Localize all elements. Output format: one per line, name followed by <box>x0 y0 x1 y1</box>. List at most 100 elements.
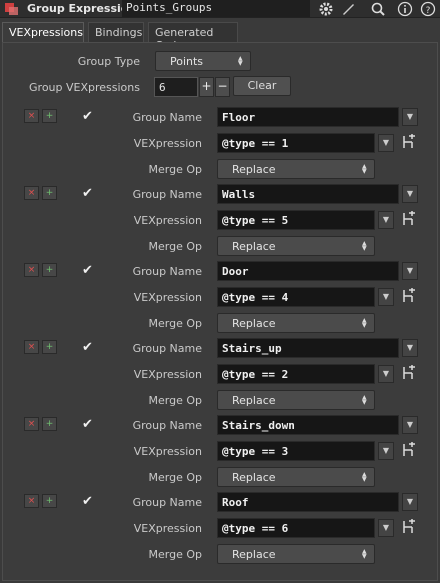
updown-arrow-icon: ▲ ▼ <box>362 163 367 175</box>
group-name-field[interactable]: Door <box>217 261 399 281</box>
enable-group-checkbox[interactable]: ✔ <box>82 110 96 124</box>
tab-bindings[interactable]: Bindings <box>88 22 144 42</box>
group-name-label: Group Name <box>132 419 202 432</box>
expression-tree-icon[interactable] <box>400 365 418 383</box>
updown-arrow-icon: ▲ ▼ <box>362 317 367 329</box>
merge-op-label: Merge Op <box>148 163 202 176</box>
updown-arrow-icon: ▲ ▼ <box>362 394 367 406</box>
vexpression-menu-button[interactable]: ▼ <box>378 519 394 537</box>
updown-arrow-icon: ▲ ▼ <box>238 55 243 67</box>
updown-arrow-icon: ▲ ▼ <box>362 240 367 252</box>
tab-bar: VEXpressions Bindings Generated Code <box>0 22 440 52</box>
enable-group-checkbox[interactable]: ✔ <box>82 495 96 509</box>
merge-op-dropdown[interactable]: Replace ▲ ▼ <box>217 159 375 179</box>
group-name-field[interactable]: Floor <box>217 107 399 127</box>
group-name-menu-button[interactable]: ▼ <box>402 416 418 434</box>
insert-entry-button[interactable]: + <box>42 263 57 277</box>
vexpression-label: VEXpression <box>133 214 202 227</box>
expression-tree-icon[interactable] <box>400 288 418 306</box>
enable-group-checkbox[interactable]: ✔ <box>82 341 96 355</box>
search-icon[interactable] <box>370 1 386 17</box>
node-header: Group Expression Points_Groups ? <box>0 0 440 18</box>
group-name-menu-button[interactable]: ▼ <box>402 262 418 280</box>
vexpression-field[interactable]: @type == 4 <box>217 287 375 307</box>
group-name-label: Group Name <box>132 496 202 509</box>
vexpression-label: VEXpression <box>133 522 202 535</box>
group-name-field[interactable]: Stairs_down <box>217 415 399 435</box>
remove-group-button[interactable]: − <box>215 77 230 97</box>
expression-tree-icon[interactable] <box>400 442 418 460</box>
info-icon[interactable] <box>397 1 413 17</box>
merge-op-label: Merge Op <box>148 548 202 561</box>
remove-entry-button[interactable]: × <box>24 494 39 508</box>
expression-tree-icon[interactable] <box>400 519 418 537</box>
brush-icon[interactable] <box>340 1 356 17</box>
vexpression-menu-button[interactable]: ▼ <box>378 211 394 229</box>
merge-op-value: Replace <box>232 240 276 253</box>
merge-op-value: Replace <box>232 163 276 176</box>
node-name-field[interactable]: Points_Groups <box>122 0 310 17</box>
updown-arrow-icon: ▲ ▼ <box>362 471 367 483</box>
group-type-dropdown[interactable]: Points ▲ ▼ <box>155 51 251 71</box>
merge-op-label: Merge Op <box>148 240 202 253</box>
vexpression-field[interactable]: @type == 6 <box>217 518 375 538</box>
vexpression-menu-button[interactable]: ▼ <box>378 365 394 383</box>
vexpression-field[interactable]: @type == 2 <box>217 364 375 384</box>
group-type-value: Points <box>170 55 204 68</box>
group-name-menu-button[interactable]: ▼ <box>402 185 418 203</box>
vexpression-menu-button[interactable]: ▼ <box>378 288 394 306</box>
group-vexpressions-label: Group VEXpressions <box>29 81 140 94</box>
group-name-label: Group Name <box>132 265 202 278</box>
group-count-field[interactable]: 6 <box>154 77 198 97</box>
tab-generated-code[interactable]: Generated Code <box>148 22 238 52</box>
merge-op-dropdown[interactable]: Replace ▲ ▼ <box>217 390 375 410</box>
merge-op-dropdown[interactable]: Replace ▲ ▼ <box>217 313 375 333</box>
insert-entry-button[interactable]: + <box>42 340 57 354</box>
vexpression-label: VEXpression <box>133 291 202 304</box>
merge-op-dropdown[interactable]: Replace ▲ ▼ <box>217 467 375 487</box>
enable-group-checkbox[interactable]: ✔ <box>82 418 96 432</box>
group-name-menu-button[interactable]: ▼ <box>402 493 418 511</box>
merge-op-value: Replace <box>232 394 276 407</box>
insert-entry-button[interactable]: + <box>42 186 57 200</box>
tab-vexpressions[interactable]: VEXpressions <box>2 22 84 42</box>
vexpression-field[interactable]: @type == 5 <box>217 210 375 230</box>
group-name-label: Group Name <box>132 342 202 355</box>
vexpression-field[interactable]: @type == 3 <box>217 441 375 461</box>
remove-entry-button[interactable]: × <box>24 186 39 200</box>
group-name-field[interactable]: Walls <box>217 184 399 204</box>
remove-entry-button[interactable]: × <box>24 263 39 277</box>
group-name-field[interactable]: Stairs_up <box>217 338 399 358</box>
expression-tree-icon[interactable] <box>400 211 418 229</box>
help-icon[interactable]: ? <box>420 1 436 17</box>
insert-entry-button[interactable]: + <box>42 417 57 431</box>
merge-op-label: Merge Op <box>148 317 202 330</box>
updown-arrow-icon: ▲ ▼ <box>362 548 367 560</box>
group-name-menu-button[interactable]: ▼ <box>402 108 418 126</box>
vexpression-menu-button[interactable]: ▼ <box>378 442 394 460</box>
merge-op-value: Replace <box>232 471 276 484</box>
insert-entry-button[interactable]: + <box>42 494 57 508</box>
group-name-menu-button[interactable]: ▼ <box>402 339 418 357</box>
expression-tree-icon[interactable] <box>400 134 418 152</box>
group-type-label: Group Type <box>77 55 140 68</box>
merge-op-dropdown[interactable]: Replace ▲ ▼ <box>217 544 375 564</box>
merge-op-dropdown[interactable]: Replace ▲ ▼ <box>217 236 375 256</box>
merge-op-value: Replace <box>232 548 276 561</box>
vexpression-field[interactable]: @type == 1 <box>217 133 375 153</box>
clear-button[interactable]: Clear <box>233 76 291 96</box>
gear-icon[interactable] <box>318 1 334 17</box>
insert-entry-button[interactable]: + <box>42 109 57 123</box>
vexpression-label: VEXpression <box>133 445 202 458</box>
remove-entry-button[interactable]: × <box>24 109 39 123</box>
group-name-label: Group Name <box>132 111 202 124</box>
enable-group-checkbox[interactable]: ✔ <box>82 264 96 278</box>
vexpression-label: VEXpression <box>133 137 202 150</box>
remove-entry-button[interactable]: × <box>24 340 39 354</box>
group-name-field[interactable]: Roof <box>217 492 399 512</box>
remove-entry-button[interactable]: × <box>24 417 39 431</box>
vexpression-menu-button[interactable]: ▼ <box>378 134 394 152</box>
add-group-button[interactable]: + <box>199 77 214 97</box>
enable-group-checkbox[interactable]: ✔ <box>82 187 96 201</box>
merge-op-value: Replace <box>232 317 276 330</box>
